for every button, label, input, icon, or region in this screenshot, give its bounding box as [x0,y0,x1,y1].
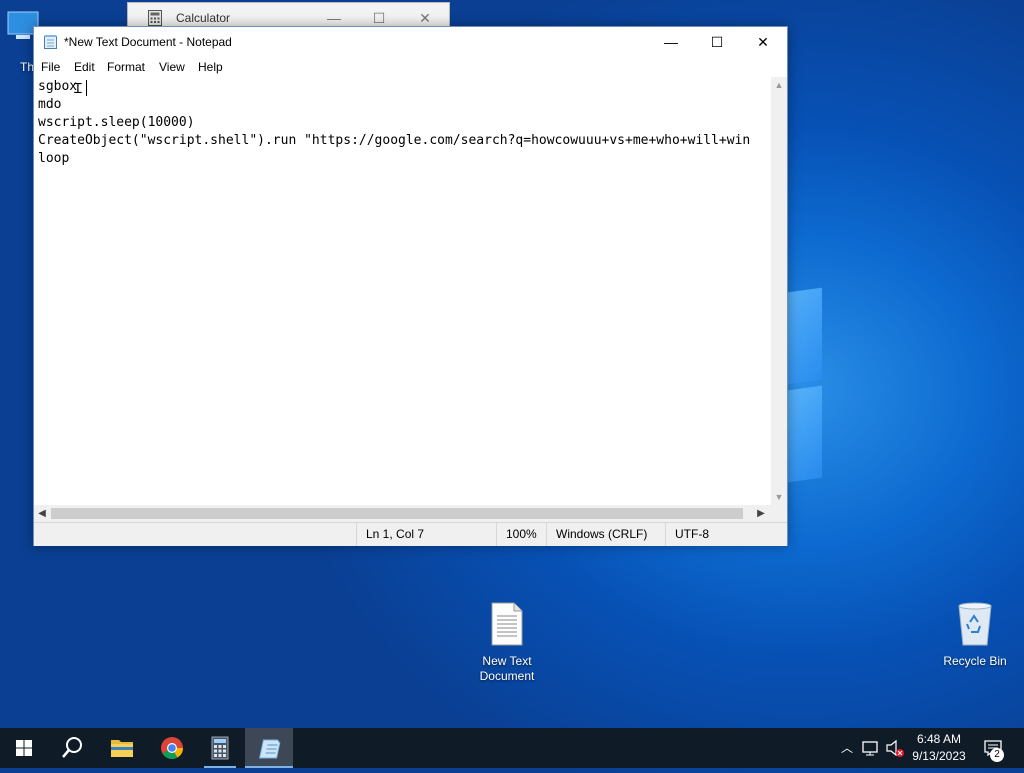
window-title: *New Text Document - Notepad [64,35,232,49]
search-icon [62,737,82,758]
calculator-icon [148,10,162,26]
taskbar: ︿ 6:48 AM 9/13/2023 2 [0,728,1024,768]
menu-help[interactable]: Help [198,60,223,74]
menu-view[interactable]: View [159,60,185,74]
horizontal-scrollbar[interactable]: ◀ ▶ [34,505,771,522]
notification-count-badge: 2 [990,748,1004,762]
menu-edit[interactable]: Edit [74,60,95,74]
notepad-icon [44,35,57,49]
calculator-title: Calculator [176,11,231,25]
maximize-button[interactable]: ☐ [694,27,740,57]
status-cursor-position: Ln 1, Col 7 [356,523,496,546]
status-bar: Ln 1, Col 7 100% Windows (CRLF) UTF-8 [34,522,787,546]
close-button[interactable]: ✕ [740,27,786,57]
status-encoding: UTF-8 [665,523,771,546]
clock-time: 6:48 AM [916,732,962,746]
scroll-up-icon[interactable]: ▲ [771,77,787,93]
ibeam-cursor-icon: Ɪ [74,81,82,97]
status-zoom: 100% [496,523,546,546]
folder-icon [111,740,133,757]
menu-file[interactable]: File [41,60,60,74]
taskbar-calculator[interactable] [196,728,244,768]
start-button[interactable] [0,728,48,768]
system-clock[interactable]: 6:48 AM 9/13/2023 [905,731,973,765]
chrome-icon [161,737,183,759]
show-hidden-icons-button[interactable]: ︿ [838,728,856,768]
network-status[interactable] [860,728,882,768]
notepad-window[interactable]: *New Text Document - Notepad — ☐ ✕ File … [33,26,788,546]
calculator-icon [211,736,229,760]
desktop-icon-label: Th [20,60,35,74]
taskbar-notepad[interactable] [245,728,293,768]
size-grip[interactable] [771,505,787,522]
volume-muted-icon [886,739,904,757]
clock-date: 9/13/2023 [912,749,966,763]
text-editor-area[interactable]: sgbox mdo wscript.sleep(10000) CreateObj… [34,77,771,505]
scroll-down-icon[interactable]: ▼ [771,489,787,505]
desktop-icon-label-line1: New Text [482,654,532,668]
horizontal-scroll-thumb[interactable] [51,508,743,519]
text-line: wscript.sleep(10000) [38,115,195,130]
notification-center-button[interactable]: 2 [980,728,1010,768]
desktop-icon-recycle-bin[interactable]: Recycle Bin [937,602,1013,669]
desktop-icon-new-text-document[interactable]: New Text Document [469,602,545,684]
desktop-icon-label-line2: Document [479,669,535,683]
text-caret [86,80,87,96]
vertical-scrollbar[interactable]: ▲ ▼ [771,77,787,505]
status-line-ending: Windows (CRLF) [546,523,665,546]
desktop-icon-label: Recycle Bin [943,654,1007,668]
text-line: CreateObject("wscript.shell").run "https… [38,133,751,148]
volume-status[interactable] [884,728,906,768]
text-line: loop [38,151,70,166]
notepad-icon [259,739,281,759]
menu-bar: File Edit Format View Help [34,57,787,77]
scroll-left-icon[interactable]: ◀ [34,505,50,522]
text-file-icon [491,602,523,646]
scroll-right-icon[interactable]: ▶ [753,505,769,522]
minimize-button[interactable]: — [648,27,694,57]
recycle-bin-icon [958,602,992,646]
taskbar-file-explorer[interactable] [98,728,146,768]
menu-format[interactable]: Format [107,60,145,74]
notepad-title-bar[interactable]: *New Text Document - Notepad — ☐ ✕ [34,27,787,57]
chevron-up-icon: ︿ [840,741,853,755]
search-button[interactable] [48,728,96,768]
network-icon [862,741,878,756]
text-line: sgbox [38,79,78,94]
taskbar-chrome[interactable] [148,728,196,768]
text-line: mdo [38,97,62,112]
windows-logo-icon [16,740,32,756]
